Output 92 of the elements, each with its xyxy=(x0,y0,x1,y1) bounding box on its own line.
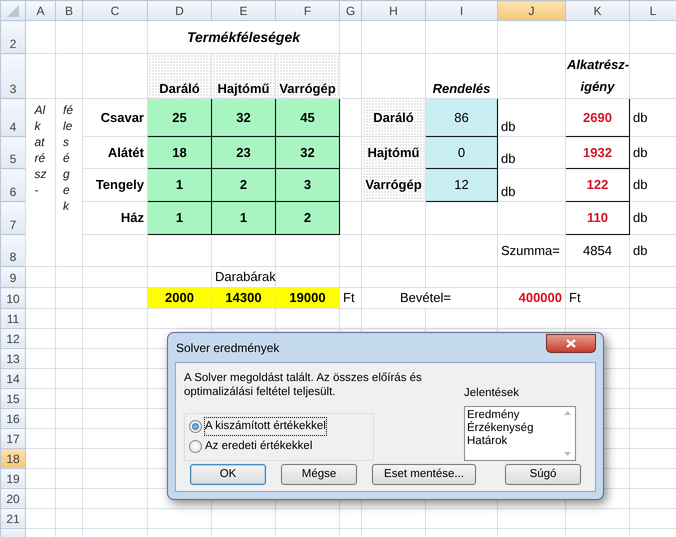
row-header[interactable]: 19 xyxy=(0,468,26,488)
list-item[interactable]: Érzékenység xyxy=(467,422,558,436)
row-header[interactable]: 8 xyxy=(0,234,26,266)
table-cell: Hajtómű xyxy=(362,136,426,168)
table-cell: 110 xyxy=(566,202,630,234)
table-cell: 32 xyxy=(212,98,276,136)
row-header[interactable]: 4 xyxy=(0,98,26,136)
table-cell: 2000 xyxy=(148,288,212,308)
row-header[interactable]: 6 xyxy=(0,168,26,202)
row-header[interactable]: 14 xyxy=(0,368,26,388)
scroll-up-icon[interactable] xyxy=(564,411,571,416)
close-icon xyxy=(566,339,576,348)
row-header[interactable]: 11 xyxy=(0,308,26,328)
table-cell: Szumma= xyxy=(498,234,566,266)
column-header[interactable]: F xyxy=(276,0,340,20)
column-header[interactable]: C xyxy=(82,0,148,20)
radio-button[interactable] xyxy=(189,420,202,434)
table-cell: db xyxy=(498,98,566,136)
table-cell: 1 xyxy=(148,168,212,202)
table-cell: 4854 xyxy=(566,234,630,266)
reports-list[interactable]: Eredmény Érzékenység Határok xyxy=(464,406,576,462)
row-header[interactable]: 7 xyxy=(0,202,26,234)
input-cell: 86 xyxy=(426,98,498,136)
table-cell: db xyxy=(498,136,566,168)
table-cell: 45 xyxy=(276,98,340,136)
radio-button[interactable] xyxy=(189,440,202,454)
dialog-title: Solver eredmények xyxy=(176,340,280,356)
row-header[interactable]: 3 xyxy=(0,54,26,98)
close-button[interactable] xyxy=(546,334,596,353)
select-all-icon[interactable] xyxy=(7,5,19,18)
list-item[interactable]: Határok xyxy=(467,435,558,448)
table-cell: 2 xyxy=(212,168,276,202)
radio-label[interactable]: Az eredeti értékekkel xyxy=(205,438,312,456)
row-header[interactable]: 10 xyxy=(0,288,26,308)
table-cell: 3 xyxy=(276,168,340,202)
column-header[interactable]: B xyxy=(56,0,82,20)
table-cell: Daráló xyxy=(148,54,212,98)
table-cell: Ft xyxy=(340,288,362,308)
column-header[interactable]: A xyxy=(26,0,56,20)
table-cell: 400000 xyxy=(498,288,566,308)
table-cell: Varrógép xyxy=(362,168,426,202)
row-header[interactable]: 18 xyxy=(0,448,26,468)
column-header[interactable]: I xyxy=(426,0,498,20)
scroll-down-icon[interactable] xyxy=(564,452,571,456)
row-header[interactable]: 21 xyxy=(0,508,26,528)
column-header[interactable]: E xyxy=(212,0,276,20)
input-cell: 0 xyxy=(426,136,498,168)
list-item[interactable]: Eredmény xyxy=(467,409,558,422)
row-header[interactable]: 12 xyxy=(0,328,26,348)
table-cell: Ft xyxy=(566,288,630,308)
radio-label[interactable]: A kiszámított értékekkel xyxy=(205,418,326,436)
table-cell: 1932 xyxy=(566,136,630,168)
table-cell: 1 xyxy=(148,202,212,234)
input-cell: 12 xyxy=(426,168,498,202)
row-header[interactable]: 16 xyxy=(0,408,26,428)
row-header[interactable]: 5 xyxy=(0,136,26,168)
row-header[interactable]: 15 xyxy=(0,388,26,408)
table-cell: Alkatrész-igény xyxy=(566,54,630,98)
table-cell: Daráló xyxy=(362,98,426,136)
row-header[interactable]: 2 xyxy=(0,20,26,54)
vertical-label: féleségek xyxy=(63,102,74,214)
row-header[interactable]: 20 xyxy=(0,488,26,508)
column-header[interactable]: L xyxy=(630,0,676,20)
column-header[interactable]: D xyxy=(148,0,212,20)
table-cell: 14300 xyxy=(212,288,276,308)
column-header[interactable]: J xyxy=(498,0,566,20)
table-cell: db xyxy=(498,168,566,202)
table-cell: 18 xyxy=(148,136,212,168)
reports-label: Jelentések xyxy=(464,386,520,401)
table-cell: 2 xyxy=(276,202,340,234)
dialog-button[interactable]: Mégse xyxy=(281,464,357,485)
table-cell: Bevétel= xyxy=(362,288,498,308)
message-text: A Solver megoldást talált. Az összes előírás és optimalizálási feltétel teljesült. xyxy=(184,371,423,399)
table-cell: Hajtómű xyxy=(212,54,276,98)
table-cell: 25 xyxy=(148,98,212,136)
row-header[interactable]: 9 xyxy=(0,266,26,288)
dialog-button[interactable]: Súgó xyxy=(505,464,581,485)
dialog-button[interactable]: OK xyxy=(190,464,266,485)
column-header[interactable]: K xyxy=(566,0,630,20)
row-header[interactable]: 17 xyxy=(0,428,26,448)
table-cell: 1 xyxy=(212,202,276,234)
table-cell: 122 xyxy=(566,168,630,202)
table-cell: 2690 xyxy=(566,98,630,136)
column-header[interactable]: G xyxy=(340,0,362,20)
table-cell: Varrógép xyxy=(276,54,340,98)
table-cell: 23 xyxy=(212,136,276,168)
row-header[interactable]: 13 xyxy=(0,348,26,368)
column-header[interactable]: H xyxy=(362,0,426,20)
vertical-label: Alkatrész- xyxy=(34,102,46,198)
table-cell: 32 xyxy=(276,136,340,168)
dialog-button[interactable]: Eset mentése... xyxy=(372,464,476,485)
table-cell: 19000 xyxy=(276,288,340,308)
